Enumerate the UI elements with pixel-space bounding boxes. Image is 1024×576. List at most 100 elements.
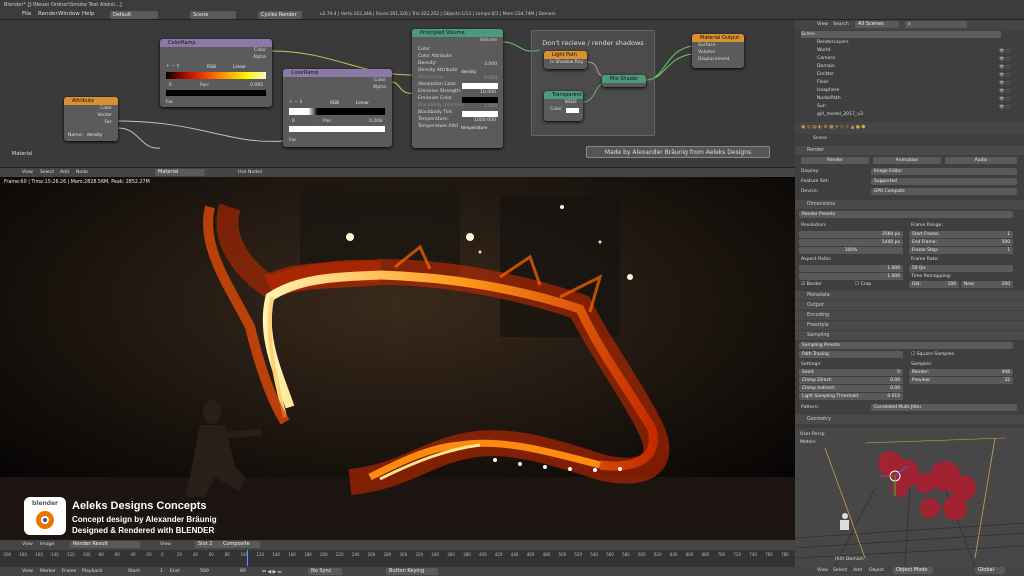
properties-tabs[interactable]: ▣ ◎ ▤ ◐ ⚙ ▦ ✦ ◇ ☼ ▲ ● ⬢ [795, 122, 1024, 134]
render-result-view[interactable]: Frame:60 | Time:15:26.26 | Mem:2828.56M,… [0, 177, 795, 540]
start-frame-field[interactable]: Start Frame: 1 [909, 231, 1013, 238]
volume-color-attr-field[interactable] [458, 55, 498, 61]
colorramp-1-gradient[interactable] [166, 72, 266, 79]
timeline[interactable]: -200 -180 -160 -140 -120 -100 -80 -60 -40 -20 0 20 4… [0, 550, 795, 576]
layout-selector[interactable]: Default [110, 11, 158, 19]
outliner-item-domain[interactable]: Domain [817, 63, 835, 70]
colorramp-1-index[interactable]: 0 [166, 82, 190, 88]
colorramp-1-pos-value[interactable]: 0.085 [250, 83, 263, 88]
outliner-item-sun[interactable]: Sun [817, 103, 826, 110]
vp-menu-object[interactable]: Object [869, 568, 884, 573]
volume-blackbody-tint-swatch[interactable] [462, 111, 498, 117]
node-menu-view[interactable]: View [22, 170, 33, 175]
timeline-menu-view[interactable]: View [22, 569, 33, 574]
engine-selector[interactable]: Cycles Render [258, 11, 302, 19]
transparent-swatch[interactable] [566, 108, 579, 113]
node-material-selector[interactable]: Material [155, 169, 205, 176]
seed-field[interactable]: Seed: 0 [799, 369, 903, 376]
vp-menu-view[interactable]: View [817, 568, 828, 573]
outliner-item-emitter[interactable]: Emitter [817, 71, 834, 78]
image-result-selector[interactable]: Render Result [70, 541, 140, 548]
end-frame-field[interactable]: End Frame: 500 [909, 239, 1013, 246]
properties-tab-icons[interactable]: ▣ ◎ ▤ ◐ ⚙ ▦ ✦ ◇ ☼ ▲ ● ⬢ [801, 125, 865, 130]
old-field[interactable]: Old: 100 [909, 281, 959, 288]
animation-button[interactable]: Animation [873, 157, 941, 164]
outliner-menu-search[interactable]: Search [833, 22, 849, 27]
attribute-name-field[interactable]: density [84, 132, 114, 138]
colorramp-1-color-swatch[interactable] [166, 90, 266, 96]
image-pass-selector[interactable]: Composite [220, 541, 260, 548]
menu-file[interactable]: File [22, 11, 31, 17]
res-percent-field[interactable]: 100% [799, 247, 903, 254]
frame-step-field[interactable]: Frame Step: 1 [909, 247, 1013, 254]
outliner-scene-filter[interactable]: All Scenes [855, 21, 899, 28]
scene-selector[interactable]: Scene [190, 11, 236, 19]
outliner-search-input[interactable]: ⌕ [905, 21, 967, 28]
aspect-y-field[interactable]: 1.000 [799, 273, 903, 280]
volume-anisotropy-value[interactable]: 0.000 [484, 76, 497, 81]
node-menu-add[interactable]: Add [60, 170, 69, 175]
outliner-item-nurbspath[interactable]: NurbsPath [817, 95, 841, 102]
timeline-menu-playback[interactable]: Playback [82, 569, 103, 574]
render-presets[interactable]: Render Presets [799, 211, 1013, 218]
vp-menu-add[interactable]: Add [853, 568, 862, 573]
volume-emission-swatch[interactable] [462, 97, 498, 103]
render-button[interactable]: Render [801, 157, 869, 164]
node-editor[interactable]: ColorRamp Color Alpha + − ↕ RGB Linear 0… [0, 20, 795, 167]
colorramp-1-mode[interactable]: RGB [204, 64, 226, 70]
light-path-node[interactable]: Light Path Is Shadow Ray [544, 51, 587, 69]
volume-absorption-swatch[interactable] [462, 83, 498, 89]
section-encoding[interactable]: Encoding [795, 311, 1024, 320]
res-y-field[interactable]: 1440 px [799, 239, 903, 246]
colorramp-2-mode[interactable]: RGB [327, 100, 349, 106]
audio-button[interactable]: Audio [945, 157, 1017, 164]
section-metadata[interactable]: Metadata [795, 291, 1024, 300]
volume-emission-value[interactable]: 10.000 [480, 90, 496, 95]
colorramp-2-index[interactable]: 0 [289, 118, 313, 124]
image-menu-view[interactable]: View [22, 542, 33, 547]
light-threshold-field[interactable]: Light Sampling Threshold: 0.010 [799, 393, 903, 400]
colorramp-2-interp[interactable]: Linear [353, 100, 385, 106]
attribute-node[interactable]: Attribute Color Vector Fac Name: density [64, 97, 118, 141]
outliner-item-world[interactable]: World [817, 47, 830, 54]
res-x-field[interactable]: 2560 px [799, 231, 903, 238]
preview-samples-field[interactable]: Preview: 32 [909, 377, 1013, 384]
timeline-current-frame[interactable]: 60 [240, 569, 246, 574]
colorramp-node-1[interactable]: ColorRamp Color Alpha + − ↕ RGB Linear 0… [160, 39, 272, 107]
volume-temperature-value[interactable]: 1000.000 [474, 118, 496, 123]
3d-viewport[interactable]: User Persp Meters (60) Domain [795, 428, 1024, 566]
colorramp-1-add-remove[interactable]: + − ↕ [166, 64, 186, 70]
outliner-item-camera[interactable]: Camera [817, 55, 835, 62]
section-geometry[interactable]: Geometry [795, 415, 1024, 424]
colorramp-2-gradient[interactable] [289, 108, 385, 115]
timeline-menu-frame[interactable]: Frame [62, 569, 76, 574]
timeline-end-value[interactable]: 500 [200, 569, 209, 574]
device-selector[interactable]: GPU Compute [871, 188, 1017, 195]
node-menu-select[interactable]: Select [40, 170, 54, 175]
new-field[interactable]: New: 100 [961, 281, 1013, 288]
outliner-menu-view[interactable]: View [817, 22, 828, 27]
mix-shader-node[interactable]: Mix Shader [602, 75, 646, 87]
timeline-play-controls[interactable]: ⏮ ◀ ▶ ⏭ [262, 569, 282, 575]
feature-selector[interactable]: Supported [871, 178, 1017, 185]
section-sampling[interactable]: Sampling [795, 331, 1024, 340]
timeline-sync-selector[interactable]: No Sync [308, 568, 342, 575]
volume-blackbody-value[interactable]: 1.000 [484, 104, 497, 109]
colorramp-node-2[interactable]: ColorRamp Color Alpha + − ↕ RGB Linear 0… [283, 69, 392, 147]
menu-render[interactable]: Render [38, 11, 58, 17]
border-checkbox[interactable]: ☑ Border [801, 282, 822, 287]
section-render[interactable]: Render [795, 146, 1024, 155]
outliner-item-floor[interactable]: Floor [817, 79, 828, 86]
vp-mode-selector[interactable]: Object Mode [893, 567, 933, 574]
timeline-playhead[interactable] [247, 550, 248, 566]
visibility-icons[interactable]: 👁 ⬚ 👁 ⬚ 👁 ⬚ 👁 ⬚ 👁 ⬚ 👁 ⬚ 👁 ⬚ 👁 ⬚ [999, 48, 1019, 118]
principled-volume-node[interactable]: Principled Volume Volume Color Color Att… [412, 29, 503, 148]
clamp-indirect-field[interactable]: Clamp Indirect: 0.00 [799, 385, 903, 392]
outliner-item-scene[interactable]: Scene [801, 31, 1001, 38]
timeline-menu-marker[interactable]: Marker [40, 569, 56, 574]
colorramp-2-add-remove[interactable]: + − ↕ [289, 100, 309, 106]
clamp-direct-field[interactable]: Clamp Direct: 0.00 [799, 377, 903, 384]
aspect-x-field[interactable]: 1.000 [799, 265, 903, 272]
node-menu-node[interactable]: Node [76, 170, 88, 175]
path-tracing-selector[interactable]: Path Tracing [799, 351, 903, 358]
